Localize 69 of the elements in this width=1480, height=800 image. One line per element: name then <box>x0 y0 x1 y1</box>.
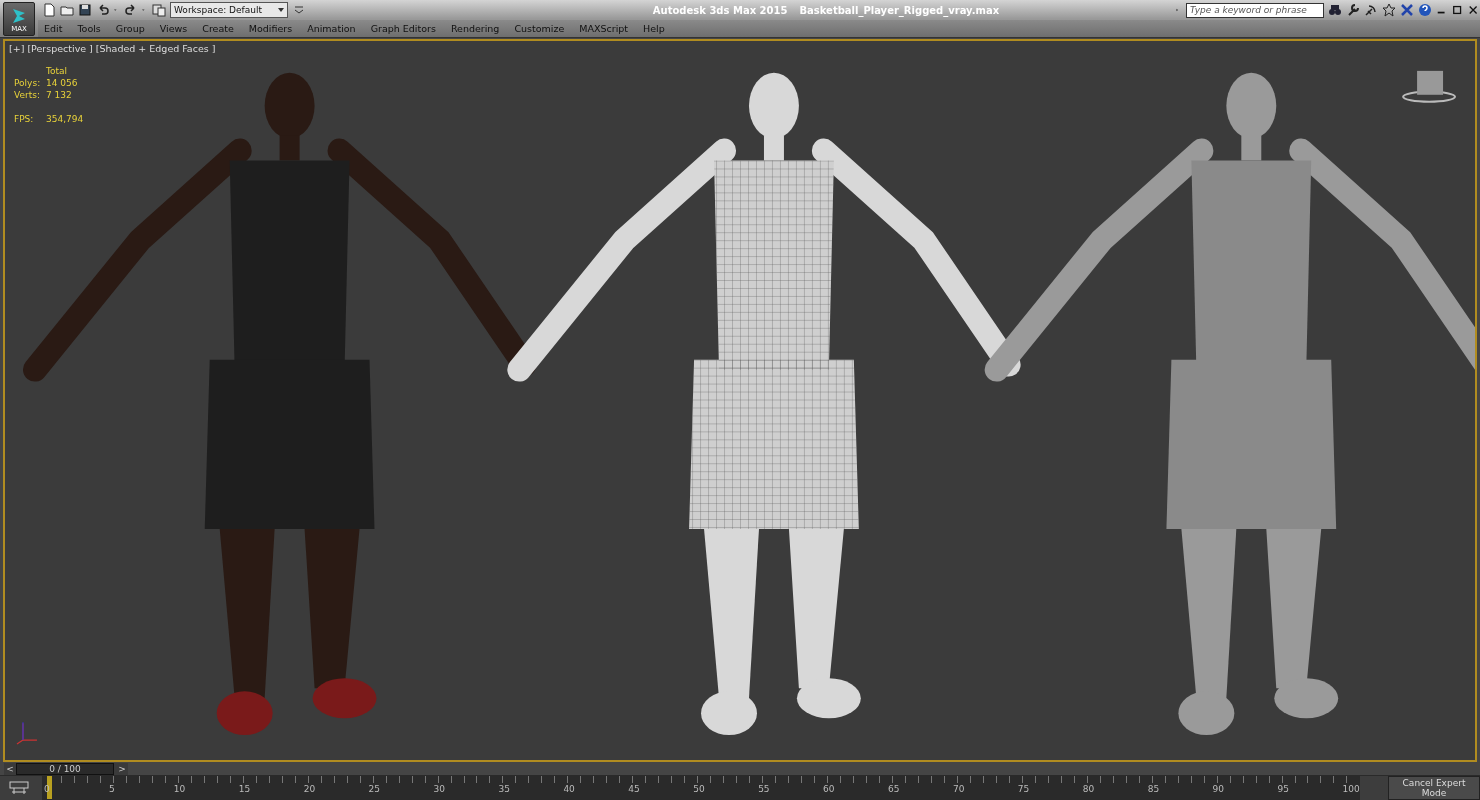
frame-tick-label: 55 <box>758 784 770 794</box>
menu-item[interactable]: Create <box>202 23 234 35</box>
wrench-icon[interactable] <box>1346 3 1360 18</box>
frame-tick-label: 95 <box>1277 784 1289 794</box>
open-folder-icon[interactable] <box>60 3 74 18</box>
cancel-expert-mode-button[interactable]: Cancel Expert Mode <box>1388 776 1480 800</box>
viewport-label[interactable]: [Shaded + Edged Faces ] <box>95 43 216 54</box>
save-icon[interactable] <box>78 3 92 18</box>
stats-header: Total <box>46 66 69 76</box>
frame-tick-label: 40 <box>563 784 575 794</box>
next-frame-button[interactable]: > <box>116 762 128 775</box>
stats-label: Polys: <box>14 78 42 88</box>
frame-tick-label: 15 <box>238 784 251 794</box>
menu-item[interactable]: Tools <box>77 23 101 35</box>
stats-label: FPS: <box>14 114 35 124</box>
file-name: Basketball_Player_Rigged_vray.max <box>799 4 1000 16</box>
time-slider-thumb[interactable]: 0 / 100 <box>16 762 114 775</box>
frame-tick-label: 85 <box>1147 784 1160 794</box>
menu-item[interactable]: Help <box>643 23 665 35</box>
axis-tripod-icon <box>16 721 38 745</box>
frame-tick-label: 25 <box>368 784 381 794</box>
previous-frame-button[interactable]: < <box>4 762 16 775</box>
window-title: Autodesk 3ds Max 2015 <box>652 4 788 16</box>
project-folder-icon[interactable] <box>152 3 166 18</box>
frame-tick-label: 65 <box>888 784 900 794</box>
frame-tick-label: 5 <box>108 784 115 794</box>
workspace-dropdown[interactable]: Workspace: Default <box>170 2 288 19</box>
viewport-label[interactable]: [+] <box>9 43 25 54</box>
menu-item[interactable]: Views <box>159 23 188 35</box>
new-file-icon[interactable] <box>42 3 56 18</box>
frame-tick-label: 90 <box>1212 784 1225 794</box>
x-icon[interactable] <box>1400 3 1414 18</box>
undo-icon[interactable] <box>96 3 110 18</box>
menu-item[interactable]: Customize <box>514 23 565 35</box>
menu-item[interactable]: Animation <box>307 23 356 35</box>
help-icon[interactable] <box>1418 3 1432 18</box>
satellite-icon[interactable] <box>1364 3 1378 18</box>
search-field[interactable]: Type a keyword or phrase <box>1186 2 1324 18</box>
menu-item[interactable]: MAXScript <box>579 23 629 35</box>
frame-tick-label: 75 <box>1017 784 1030 794</box>
binoculars-icon[interactable] <box>1328 3 1342 18</box>
frame-tick-label: 30 <box>433 784 445 794</box>
star-icon[interactable] <box>1382 3 1396 18</box>
stats-value: 354,794 <box>46 114 84 124</box>
menu-item[interactable]: Graph Editors <box>370 23 436 35</box>
menu-item[interactable]: Modifiers <box>248 23 293 35</box>
frame-tick-label: 60 <box>823 784 835 794</box>
menu-item[interactable]: Edit <box>44 23 63 35</box>
viewport-label[interactable]: [Perspective ] <box>27 43 93 54</box>
frame-tick-label: 20 <box>303 784 316 794</box>
frame-tick-label: 70 <box>952 784 965 794</box>
redo-icon[interactable] <box>124 3 138 18</box>
frame-tick-label: 80 <box>1082 784 1095 794</box>
stats-value: 7 132 <box>46 90 73 100</box>
current-frame-marker[interactable] <box>47 776 52 799</box>
stats-value: 14 056 <box>46 78 79 88</box>
frame-tick-label: 50 <box>693 784 705 794</box>
frame-tick-label: 35 <box>498 784 510 794</box>
frame-tick-label: 100 <box>1342 784 1360 794</box>
frame-tick-label: 45 <box>628 784 640 794</box>
menu-item[interactable]: Rendering <box>450 23 500 35</box>
viewcube-icon <box>1402 70 1457 103</box>
frame-tick-label: 10 <box>173 784 186 794</box>
menu-item[interactable]: Group <box>115 23 145 35</box>
key-mode-icon[interactable] <box>6 780 32 796</box>
caret-icon <box>278 8 284 13</box>
stats-label: Verts: <box>14 90 41 100</box>
track-bar[interactable]: 0 5 10 15 20 25 30 35 40 45 50 55 60 65 70 75 80 85 90 95 100 <box>42 776 1360 800</box>
frame-tick-label: 0 <box>44 784 50 794</box>
